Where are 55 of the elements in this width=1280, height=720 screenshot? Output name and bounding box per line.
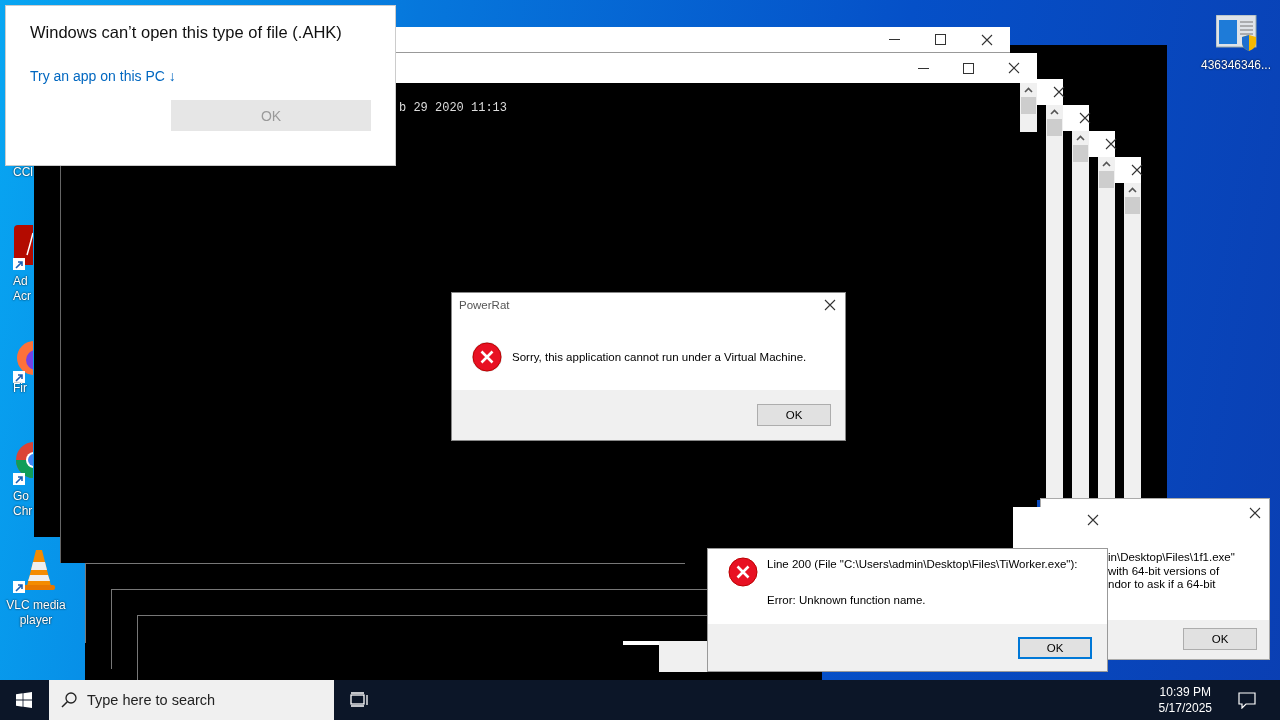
close-icon[interactable]: [824, 299, 836, 311]
scrollbar-thumb[interactable]: [1047, 119, 1062, 136]
scrollbar[interactable]: [1124, 183, 1141, 498]
icon-label[interactable]: VLC media player: [0, 598, 72, 628]
search-field[interactable]: Type here to search: [49, 680, 334, 720]
console-text: b 29 2020 11:13: [399, 101, 508, 115]
close-icon[interactable]: [981, 33, 993, 46]
caret-up-icon[interactable]: [1102, 161, 1111, 167]
close-icon[interactable]: [1087, 514, 1099, 526]
scrollbar[interactable]: [1072, 131, 1089, 498]
maximize-icon[interactable]: [935, 34, 946, 45]
close-icon[interactable]: [1008, 62, 1020, 74]
document-shield-icon[interactable]: [1216, 15, 1258, 51]
caret-up-icon[interactable]: [1128, 187, 1137, 193]
ok-button[interactable]: OK: [757, 404, 831, 426]
ok-button[interactable]: OK: [1018, 636, 1092, 659]
caret-up-icon[interactable]: [1050, 109, 1059, 115]
notification-icon[interactable]: [1238, 691, 1256, 709]
scrollbar-thumb[interactable]: [1125, 197, 1140, 214]
link[interactable]: Try an app on this PC ↓: [30, 68, 371, 84]
caret-up-icon[interactable]: [1076, 135, 1085, 141]
windows-logo-icon[interactable]: [16, 692, 32, 708]
clock-time[interactable]: 10:39 PM: [1159, 684, 1211, 700]
close-icon[interactable]: [1131, 164, 1143, 176]
dialog-title: Windows can’t open this type of file (.AHK): [30, 23, 343, 42]
scrollbar-thumb[interactable]: [1021, 97, 1036, 114]
dialog-text: with 64-bit versions of: [1108, 564, 1221, 578]
scrollbar[interactable]: [1046, 105, 1063, 498]
window-edge: [623, 641, 660, 645]
dialog-text: Line 200 (File "C:\Users\admin\Desktop\Files\TiWorker.exe"):: [767, 558, 1078, 570]
task-view-icon[interactable]: [350, 692, 368, 708]
error-icon: [728, 557, 758, 587]
caret-up-icon[interactable]: [1024, 87, 1033, 93]
app-icon[interactable]: [13, 225, 33, 273]
close-icon[interactable]: [1079, 112, 1091, 124]
close-icon[interactable]: [1053, 86, 1065, 98]
window-title: PowerRat: [459, 299, 510, 311]
dialog-text: Sorry, this application cannot run under a Virtual Machine.: [512, 350, 807, 363]
search-icon: [61, 692, 77, 708]
scrollbar-thumb[interactable]: [1073, 145, 1088, 162]
scrollbar[interactable]: [1098, 157, 1115, 498]
clock-date[interactable]: 5/17/2025: [1158, 700, 1212, 716]
error-icon: [472, 341, 502, 372]
icon-label[interactable]: Fir: [13, 381, 27, 396]
dialog-text: Error: Unknown function name.: [767, 594, 927, 606]
scrollbar[interactable]: [1020, 83, 1037, 132]
dialog-text: ndor to ask if a 64-bit: [1108, 578, 1217, 592]
dialog-text: in\Desktop\Files\1f1.exe": [1108, 551, 1236, 565]
scrollbar-thumb[interactable]: [1099, 171, 1114, 188]
ok-button[interactable]: OK: [1183, 628, 1257, 651]
maximize-icon[interactable]: [963, 62, 974, 74]
close-icon[interactable]: [1105, 138, 1117, 150]
close-icon[interactable]: [1249, 507, 1261, 519]
icon-label[interactable]: 436346346...: [1196, 58, 1276, 72]
icon-label[interactable]: Go Chr: [13, 489, 33, 519]
